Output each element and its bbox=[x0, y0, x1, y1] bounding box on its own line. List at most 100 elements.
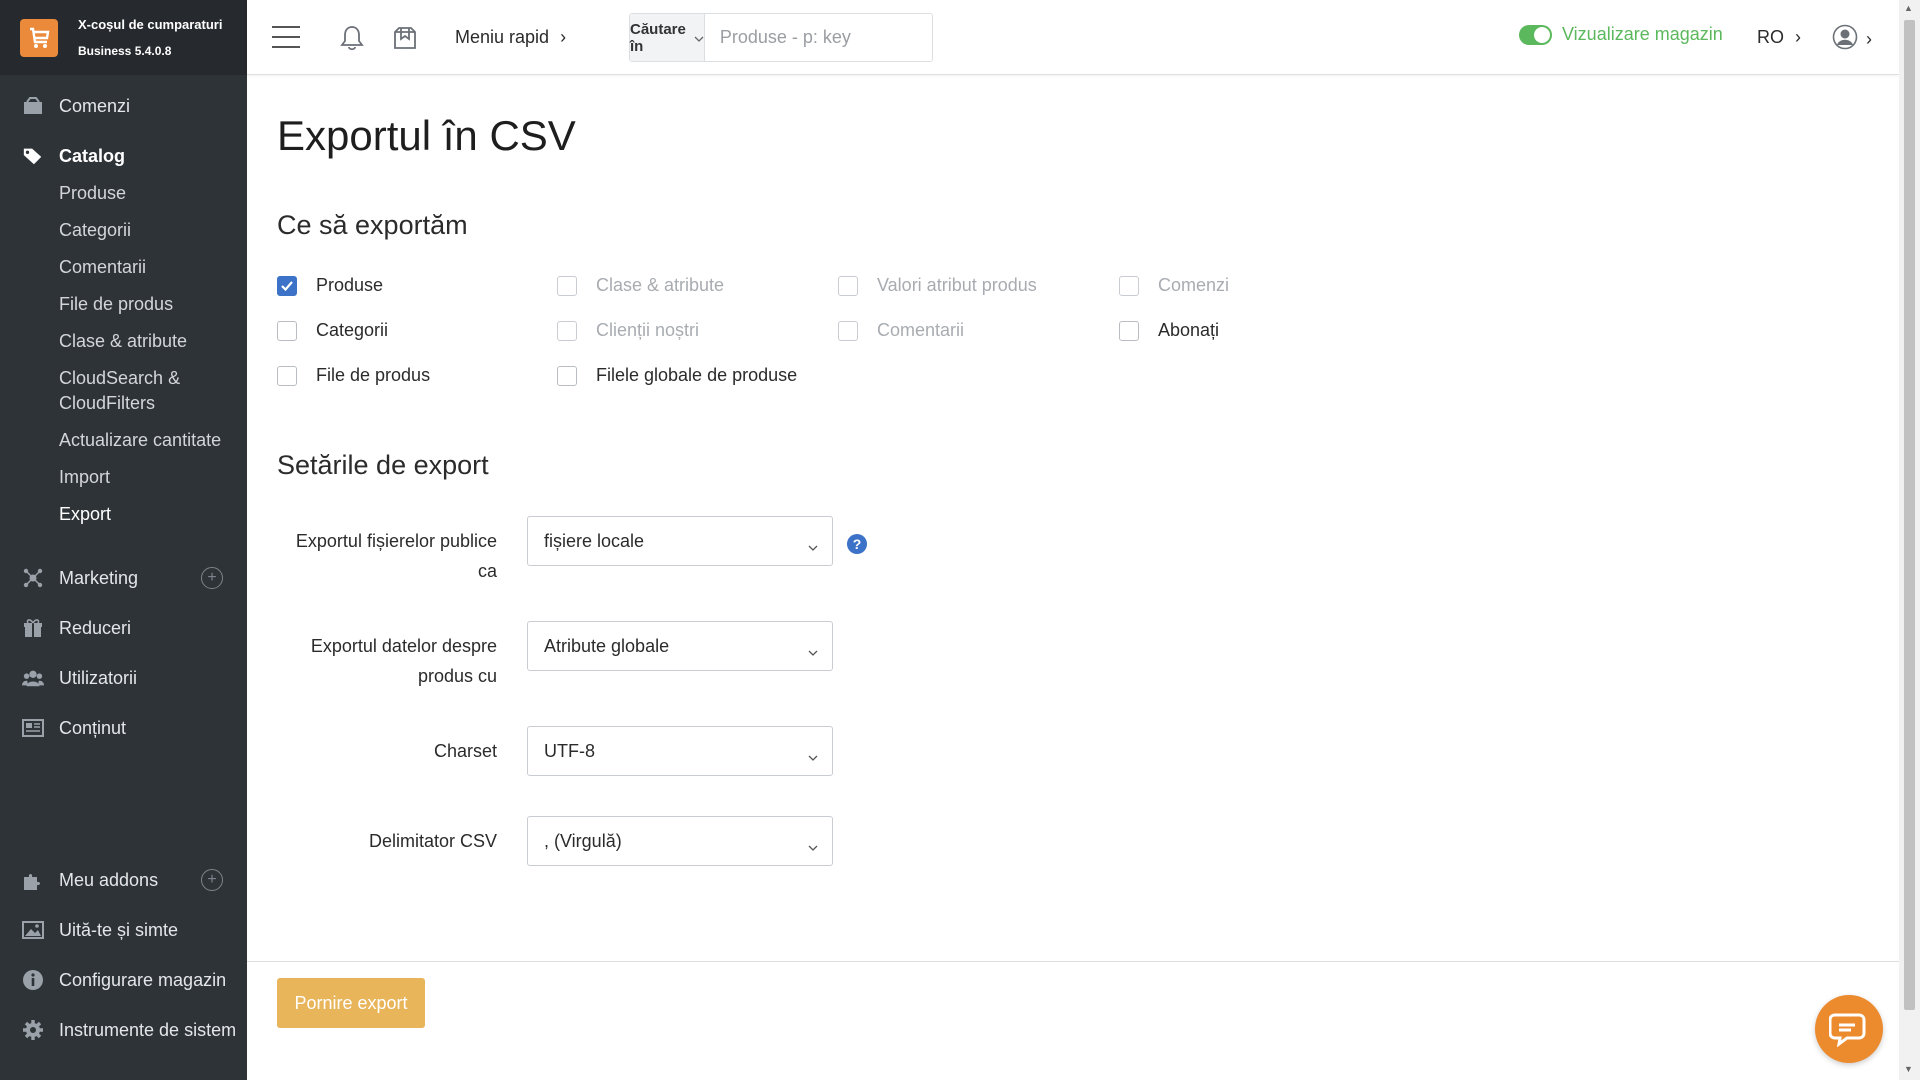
checkbox-box[interactable] bbox=[1119, 320, 1139, 341]
form-footer: Pornire export bbox=[247, 961, 1899, 1080]
sidebar-item-label: Uită-te și simte bbox=[59, 919, 179, 940]
add-addon-plus-icon[interactable]: + bbox=[201, 869, 223, 891]
sidebar-item-label: Catalog bbox=[59, 145, 126, 166]
checkbox-checked-icon[interactable] bbox=[277, 275, 297, 296]
scrollbar-thumb[interactable] bbox=[1904, 20, 1915, 1010]
checkbox-global-product-tabs[interactable]: Filele globale de produse bbox=[557, 365, 797, 386]
image-icon bbox=[22, 919, 44, 941]
checkbox-box[interactable] bbox=[838, 320, 858, 341]
sidebar-item-label: Utilizatorii bbox=[59, 667, 138, 688]
checkbox-label: Clase & atribute bbox=[596, 275, 725, 295]
sidebar-sub-categories[interactable]: Categorii bbox=[0, 212, 247, 249]
product-data-export-select[interactable]: Atribute globale bbox=[527, 621, 833, 671]
checkbox-box[interactable] bbox=[838, 275, 858, 296]
select-value: Atribute globale bbox=[544, 635, 670, 656]
checkbox-label: Comenzi bbox=[1158, 275, 1230, 295]
scroll-up-arrow-icon[interactable]: ▲ bbox=[1904, 3, 1913, 13]
start-export-button[interactable]: Pornire export bbox=[277, 978, 425, 1028]
checkbox-products[interactable]: Produse bbox=[277, 275, 383, 296]
storefront-icon[interactable] bbox=[392, 25, 418, 56]
scroll-down-arrow-icon[interactable]: ▼ bbox=[1904, 1064, 1913, 1074]
checkbox-box[interactable] bbox=[557, 320, 577, 341]
checkbox-label: Produse bbox=[316, 275, 384, 295]
sidebar-item-store-setup[interactable]: Configurare magazin bbox=[0, 955, 247, 1005]
checkbox-comments[interactable]: Comentarii bbox=[838, 320, 964, 341]
checkbox-box[interactable] bbox=[1119, 275, 1139, 296]
checkbox-label: Valori atribut produs bbox=[877, 275, 1037, 295]
checkbox-box[interactable] bbox=[557, 275, 577, 296]
sidebar-item-catalog[interactable]: Catalog bbox=[0, 131, 247, 181]
select-value: UTF-8 bbox=[544, 740, 595, 761]
app-name: X-coșul de cumparaturi bbox=[78, 16, 223, 32]
sidebar-item-look-and-feel[interactable]: Uită-te și simte bbox=[0, 905, 247, 955]
sidebar-item-my-addons[interactable]: Meu addons + bbox=[0, 855, 247, 905]
checkbox-box[interactable] bbox=[557, 365, 577, 386]
sidebar-item-label: Reduceri bbox=[59, 617, 132, 638]
chevron-right-icon: › bbox=[560, 27, 567, 47]
quick-menu-button[interactable]: Meniu rapid › bbox=[455, 27, 566, 48]
checkbox-box[interactable] bbox=[277, 320, 297, 341]
content-icon bbox=[22, 717, 44, 739]
help-icon[interactable]: ? bbox=[847, 534, 867, 554]
chevron-down-icon bbox=[808, 640, 818, 661]
users-icon bbox=[22, 667, 44, 689]
sidebar-sub-update-quantity[interactable]: Actualizare cantitate bbox=[0, 422, 247, 459]
checkbox-label: Clienții noștri bbox=[596, 320, 700, 340]
sidebar-item-discounts[interactable]: Reduceri bbox=[0, 603, 247, 653]
catalog-submenu: Produse Categorii Comentarii File de pro… bbox=[0, 175, 247, 533]
sidebar-sub-cloudsearch[interactable]: CloudSearch & CloudFilters bbox=[0, 360, 200, 422]
sidebar-item-system-tools[interactable]: Instrumente de sistem bbox=[0, 1005, 247, 1055]
user-menu[interactable]: › bbox=[1832, 24, 1872, 55]
language-selector[interactable]: RO › bbox=[1757, 27, 1801, 48]
sidebar-item-label: Meu addons bbox=[59, 869, 159, 890]
checkbox-orders[interactable]: Comenzi bbox=[1119, 275, 1229, 296]
checkbox-classes-attributes[interactable]: Clase & atribute bbox=[557, 275, 724, 296]
checkbox-box[interactable] bbox=[277, 365, 297, 386]
sidebar-item-marketing[interactable]: Marketing + bbox=[0, 553, 247, 603]
sidebar-item-content[interactable]: Conținut bbox=[0, 703, 247, 753]
checkbox-label: Filele globale de produse bbox=[596, 365, 798, 385]
orders-icon bbox=[22, 95, 44, 117]
toggle-switch-icon[interactable] bbox=[1519, 24, 1552, 45]
top-bar: Meniu rapid › Căutare în Vizualizare mag… bbox=[247, 0, 1899, 75]
add-marketing-plus-icon[interactable]: + bbox=[201, 567, 223, 589]
csv-delimiter-select[interactable]: , (Virgulă) bbox=[527, 816, 833, 866]
csv-delimiter-label: Delimitator CSV bbox=[277, 826, 497, 856]
cart-logo-icon[interactable] bbox=[20, 18, 58, 57]
view-store-toggle[interactable]: Vizualizare magazin bbox=[1519, 24, 1723, 45]
sidebar-item-label: Configurare magazin bbox=[59, 969, 227, 990]
public-files-export-select[interactable]: fișiere locale bbox=[527, 516, 833, 566]
sidebar-item-users[interactable]: Utilizatorii bbox=[0, 653, 247, 703]
chevron-down-icon bbox=[808, 745, 818, 766]
hamburger-menu-icon[interactable] bbox=[272, 26, 300, 48]
select-value: fișiere locale bbox=[544, 530, 645, 551]
checkbox-product-attribute-values[interactable]: Valori atribut produs bbox=[838, 275, 1037, 296]
chat-bubble-icon[interactable] bbox=[1815, 995, 1883, 1063]
search-input[interactable] bbox=[704, 14, 952, 61]
sidebar-sub-export[interactable]: Export bbox=[0, 496, 247, 533]
sidebar: X-coșul de cumparaturi Business 5.4.0.8 … bbox=[0, 0, 247, 1080]
checkbox-categories[interactable]: Categorii bbox=[277, 320, 388, 341]
sidebar-sub-comments[interactable]: Comentarii bbox=[0, 249, 247, 286]
sidebar-item-label: Marketing bbox=[59, 567, 139, 588]
sidebar-sub-import[interactable]: Import bbox=[0, 459, 247, 496]
charset-select[interactable]: UTF-8 bbox=[527, 726, 833, 776]
brand: X-coșul de cumparaturi Business 5.4.0.8 bbox=[0, 0, 247, 75]
tag-icon bbox=[22, 145, 44, 167]
vertical-scrollbar[interactable]: ▲ ▼ bbox=[1899, 0, 1920, 1080]
checkbox-label: Categorii bbox=[316, 320, 389, 340]
search-scope-select[interactable]: Căutare în bbox=[630, 14, 705, 61]
checkbox-subscribers[interactable]: Abonați bbox=[1119, 320, 1219, 341]
checkbox-product-files[interactable]: File de produs bbox=[277, 365, 430, 386]
checkbox-customers[interactable]: Clienții noștri bbox=[557, 320, 699, 341]
sidebar-sub-classes-attributes[interactable]: Clase & atribute bbox=[0, 323, 247, 360]
bell-icon[interactable] bbox=[340, 25, 364, 56]
sidebar-item-orders[interactable]: Comenzi bbox=[0, 81, 247, 131]
sidebar-nav: Comenzi Catalog Produse Categorii Coment… bbox=[0, 75, 247, 753]
select-value: , (Virgulă) bbox=[544, 830, 622, 851]
sidebar-item-label: Conținut bbox=[59, 717, 127, 738]
sidebar-sub-product-files[interactable]: File de produs bbox=[0, 286, 247, 323]
field-label-line: Charset bbox=[433, 741, 497, 761]
charset-label: Charset bbox=[277, 736, 497, 766]
page-title: Exportul în CSV bbox=[277, 112, 576, 159]
